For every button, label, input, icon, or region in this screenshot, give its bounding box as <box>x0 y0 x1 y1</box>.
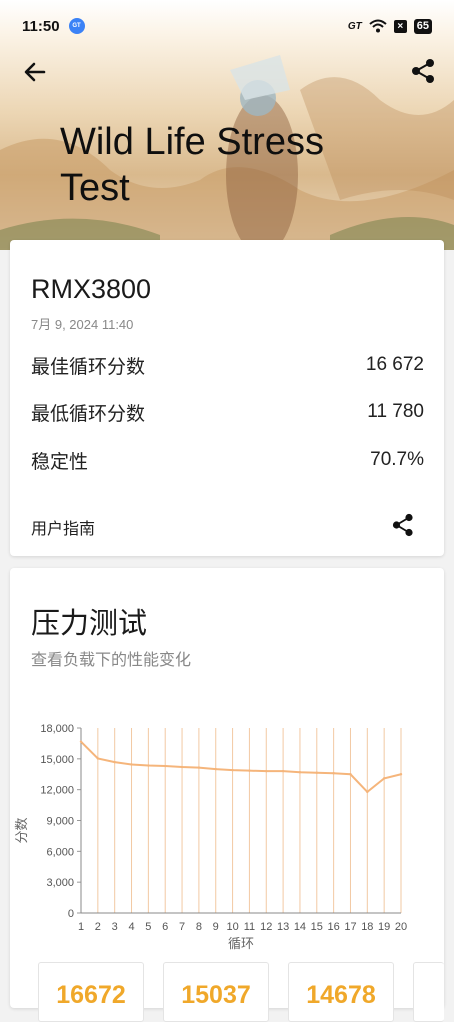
x-tick-label: 17 <box>344 921 356 933</box>
stress-line-chart: 03,0006,0009,00012,00015,00018,0001 2 3 4 5 6… <box>14 723 407 951</box>
data-point <box>130 763 133 766</box>
data-point <box>332 772 335 775</box>
user-guide-link[interactable]: 用户指南 <box>31 515 95 539</box>
y-tick-label: 9,000 <box>46 816 74 828</box>
data-point <box>298 770 302 774</box>
loop-score-card[interactable]: 14678 <box>288 962 394 1022</box>
x-tick-label: 18 <box>361 921 373 933</box>
row-value: 16 672 <box>365 354 424 375</box>
data-point <box>281 769 285 773</box>
data-point <box>197 766 201 769</box>
x-tick-label: 16 <box>328 921 340 933</box>
x-tick-label: 15 <box>311 921 323 933</box>
x-tick-label: 9 <box>213 921 219 933</box>
wifi-icon <box>369 19 387 33</box>
data-point <box>164 764 167 768</box>
row-value: 11 780 <box>367 401 424 422</box>
y-tick-label: 0 <box>68 908 74 920</box>
x-tick-label: 19 <box>378 921 390 933</box>
share-icon[interactable] <box>408 56 438 86</box>
data-point <box>366 790 369 794</box>
status-bar: 11:50 GT GT × 65 <box>0 0 454 52</box>
x-tick-label: 13 <box>277 921 289 933</box>
status-time: 11:50 <box>22 17 60 35</box>
row-label: 最低循环分数 <box>31 403 146 425</box>
data-point <box>113 760 116 764</box>
test-date: 7月 9, 2024 11:40 <box>31 317 134 332</box>
row-label: 最佳循环分数 <box>31 356 146 378</box>
page-title: Wild Life Stress Test <box>60 121 324 209</box>
y-tick-label: 3,000 <box>46 877 74 889</box>
x-tick-label: 6 <box>162 921 168 933</box>
x-tick-label: 10 <box>226 921 238 933</box>
x-tick-label: 20 <box>395 921 407 933</box>
back-arrow-icon[interactable] <box>20 58 50 86</box>
x-tick-label: 2 <box>95 921 101 933</box>
device-name: RMX3800 <box>31 274 152 304</box>
stress-test-card: 压力测试 查看负载下的性能变化 0 3,000 6,000 9,000 12,000 15… <box>10 568 444 1022</box>
row-value: 70.7% <box>370 449 424 470</box>
data-point <box>79 740 83 743</box>
no-sim-icon: × <box>393 19 407 33</box>
data-point <box>180 765 184 769</box>
loop-score-card-partial[interactable] <box>413 962 444 1022</box>
x-tick-label: 1 <box>78 921 84 933</box>
section-title: 压力测试 <box>31 608 148 640</box>
network-gt-label: GT <box>347 20 362 32</box>
x-tick-label: 5 <box>145 921 151 933</box>
x-tick-label: 7 <box>179 921 185 933</box>
x-tick-label: 14 <box>294 921 306 933</box>
section-subtitle: 查看负载下的性能变化 <box>31 652 192 669</box>
top-navigation <box>0 52 454 92</box>
x-tick-label: 12 <box>260 921 272 933</box>
x-axis-label: 循环 <box>228 936 254 951</box>
result-summary-card: RMX3800 7月 9, 2024 11:40 最佳循环分数 16 672 最… <box>10 240 444 556</box>
y-tick-label: 6,000 <box>46 846 74 858</box>
data-point <box>349 773 352 776</box>
x-tick-label: 8 <box>196 921 202 933</box>
loop-score-card[interactable]: 16672 <box>38 962 144 1022</box>
data-point <box>248 769 251 772</box>
data-point <box>96 757 100 760</box>
row-label: 稳定性 <box>31 451 89 473</box>
stability-row: 稳定性 70.7% <box>31 447 424 473</box>
lowest-loop-score-row: 最低循环分数 11 780 <box>31 399 424 425</box>
y-tick-label: 18,000 <box>40 723 74 735</box>
data-point <box>315 771 318 774</box>
data-point <box>265 769 268 773</box>
data-point <box>399 773 403 776</box>
data-point <box>382 777 386 780</box>
x-tick-label: 11 <box>244 921 255 933</box>
data-point <box>214 767 217 771</box>
best-loop-score-row: 最佳循环分数 16 672 <box>31 352 424 378</box>
battery-indicator: 65 <box>413 18 432 34</box>
gt-app-icon: GT <box>68 18 85 34</box>
share-icon[interactable] <box>390 512 416 538</box>
data-point <box>147 764 150 767</box>
loop-score-card[interactable]: 15037 <box>163 962 269 1022</box>
x-tick-label: 4 <box>128 921 134 933</box>
series-line <box>80 740 402 794</box>
y-axis-label: 分数 <box>14 817 29 843</box>
y-tick-label: 12,000 <box>40 785 74 797</box>
x-tick-label: 3 <box>112 921 118 933</box>
y-tick-label: 15,000 <box>40 754 74 766</box>
data-point <box>231 768 234 772</box>
